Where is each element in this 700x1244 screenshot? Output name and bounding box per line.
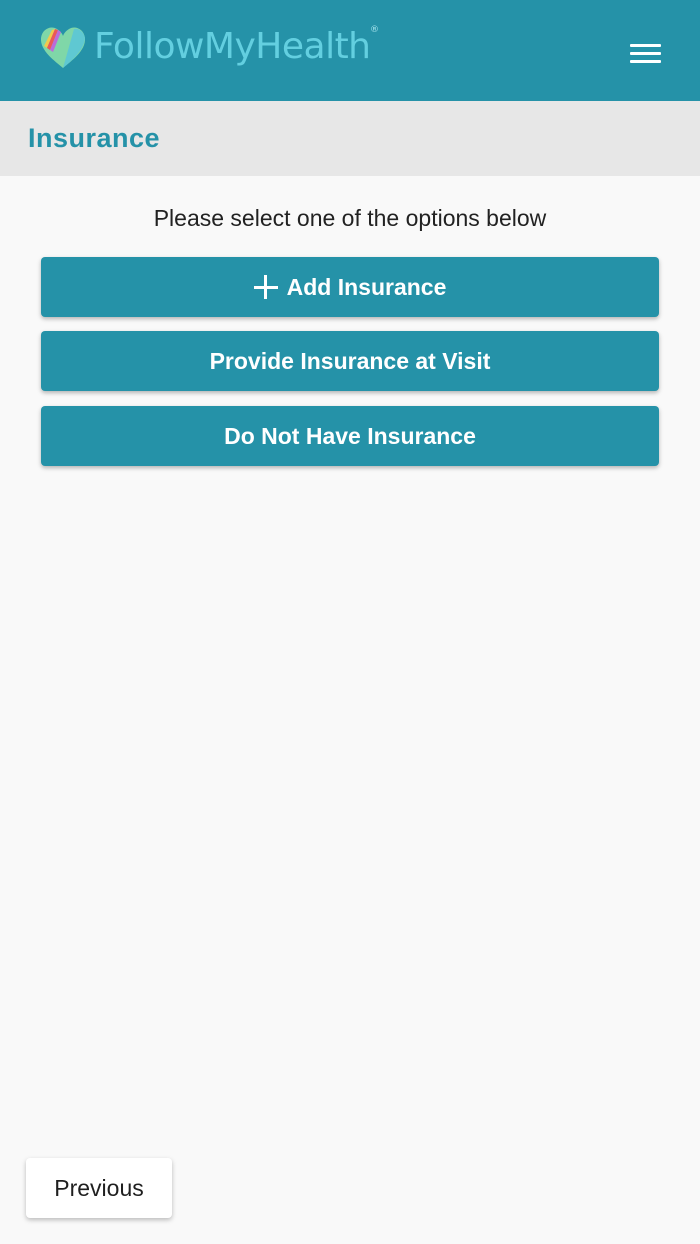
app-header: FollowMyHealth ® xyxy=(0,0,700,101)
title-bar: Insurance xyxy=(0,101,700,176)
previous-button[interactable]: Previous xyxy=(26,1158,172,1218)
heart-logo-icon xyxy=(40,27,86,68)
menu-line xyxy=(630,52,661,55)
add-insurance-button[interactable]: Add Insurance xyxy=(41,257,659,317)
provide-insurance-at-visit-label: Provide Insurance at Visit xyxy=(209,347,491,374)
add-insurance-label: Add Insurance xyxy=(286,273,447,300)
menu-line xyxy=(630,60,661,63)
page-title: Insurance xyxy=(28,123,161,153)
provide-insurance-at-visit-button[interactable]: Provide Insurance at Visit xyxy=(41,331,659,391)
menu-line xyxy=(630,44,661,47)
plus-icon xyxy=(253,275,278,299)
brand-name: FollowMyHealth ® xyxy=(94,24,379,70)
hamburger-menu-icon[interactable] xyxy=(622,36,668,72)
do-not-have-insurance-label: Do Not Have Insurance xyxy=(224,422,476,449)
do-not-have-insurance-button[interactable]: Do Not Have Insurance xyxy=(41,406,659,466)
registered-mark: ® xyxy=(370,25,379,35)
brand-logo[interactable]: FollowMyHealth ® xyxy=(38,24,379,70)
instruction-text: Please select one of the options below xyxy=(153,205,547,231)
brand-name-text: FollowMyHealth xyxy=(94,26,371,67)
